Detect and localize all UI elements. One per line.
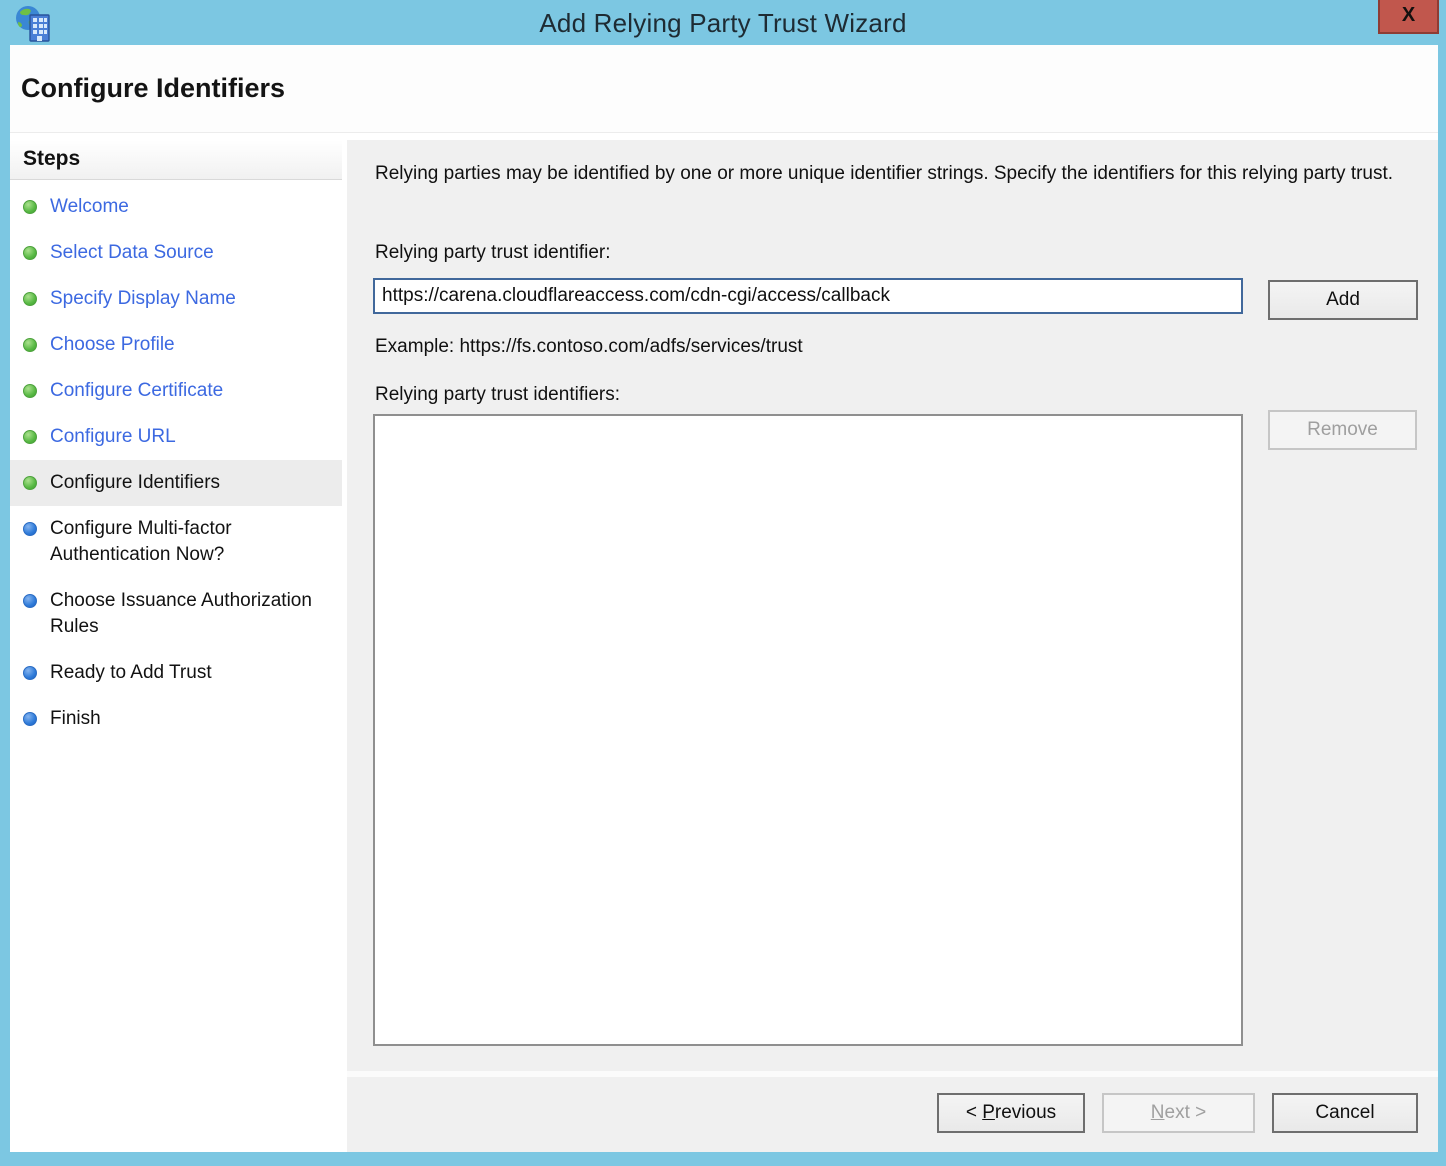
step-todo-icon xyxy=(23,522,37,536)
step-configure-mfa[interactable]: Configure Multi-factor Authentication No… xyxy=(10,506,342,578)
step-select-data-source[interactable]: Select Data Source xyxy=(10,230,342,276)
step-todo-icon xyxy=(23,594,37,608)
page-description: Relying parties may be identified by one… xyxy=(375,160,1415,187)
step-done-icon xyxy=(23,430,37,444)
page-title: Configure Identifiers xyxy=(21,73,285,104)
steps-heading: Steps xyxy=(10,140,342,180)
example-text: Example: https://fs.contoso.com/adfs/ser… xyxy=(375,336,803,358)
identifier-field-label: Relying party trust identifier: xyxy=(375,242,611,264)
page-header: Configure Identifiers xyxy=(10,45,1438,133)
add-button[interactable]: Add xyxy=(1268,280,1418,320)
main-panel: Relying parties may be identified by one… xyxy=(347,140,1438,1152)
identifiers-listbox[interactable] xyxy=(373,414,1243,1046)
identifiers-list-label: Relying party trust identifiers: xyxy=(375,384,620,406)
step-done-icon xyxy=(23,246,37,260)
close-button[interactable]: X xyxy=(1378,0,1439,34)
step-specify-display-name[interactable]: Specify Display Name xyxy=(10,276,342,322)
steps-list: Welcome Select Data Source Specify Displ… xyxy=(10,180,342,742)
step-choose-issuance-rules[interactable]: Choose Issuance Authorization Rules xyxy=(10,578,342,650)
step-done-icon xyxy=(23,384,37,398)
step-welcome[interactable]: Welcome xyxy=(10,184,342,230)
previous-button[interactable]: < Previous xyxy=(937,1093,1085,1133)
steps-sidebar: Steps Welcome Select Data Source Specify… xyxy=(10,140,342,1152)
footer-separator xyxy=(347,1071,1438,1077)
step-configure-identifiers[interactable]: Configure Identifiers xyxy=(10,460,342,506)
step-todo-icon xyxy=(23,712,37,726)
next-button[interactable]: Next > xyxy=(1102,1093,1255,1133)
step-configure-certificate[interactable]: Configure Certificate xyxy=(10,368,342,414)
remove-button[interactable]: Remove xyxy=(1268,410,1417,450)
wizard-window: Configure Identifiers Steps Welcome Sele… xyxy=(10,45,1438,1152)
step-configure-url[interactable]: Configure URL xyxy=(10,414,342,460)
window-title: Add Relying Party Trust Wizard xyxy=(0,8,1446,39)
step-todo-icon xyxy=(23,666,37,680)
titlebar: Add Relying Party Trust Wizard X xyxy=(0,0,1446,45)
cancel-button[interactable]: Cancel xyxy=(1272,1093,1418,1133)
step-done-icon xyxy=(23,338,37,352)
step-done-icon xyxy=(23,292,37,306)
step-finish[interactable]: Finish xyxy=(10,696,342,742)
step-ready-to-add-trust[interactable]: Ready to Add Trust xyxy=(10,650,342,696)
step-choose-profile[interactable]: Choose Profile xyxy=(10,322,342,368)
step-done-icon xyxy=(23,476,37,490)
identifier-input[interactable] xyxy=(373,278,1243,314)
step-done-icon xyxy=(23,200,37,214)
